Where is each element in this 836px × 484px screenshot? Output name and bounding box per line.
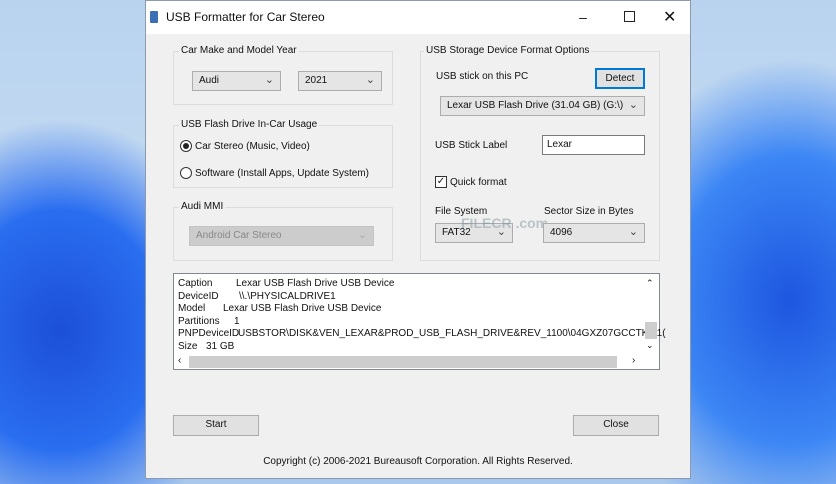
scroll-left-icon[interactable]: ‹ [178,355,181,366]
mmi-group: Audi MMI Android Car Stereo ⌄ [173,201,393,261]
chevron-down-icon: ⌄ [264,74,274,86]
sector-size-caption: Sector Size in Bytes [544,206,634,217]
vertical-scrollbar-thumb[interactable] [645,322,657,339]
car-make-value: Audi [199,75,220,86]
app-icon [150,11,158,23]
detect-button[interactable]: Detect [595,68,645,89]
year-value: 2021 [305,75,328,86]
radio-software-label: Software (Install Apps, Update System) [195,168,369,179]
car-make-group: Car Make and Model Year Audi ⌄ 2021 ⌄ [173,45,393,105]
scroll-down-icon[interactable]: ⌄ [646,340,654,351]
minimize-button[interactable]: – [568,9,598,25]
info-key: DeviceID [178,290,219,302]
chevron-down-icon: ⌄ [365,74,375,86]
mmi-group-label: Audi MMI [179,201,226,212]
usb-options-group: USB Storage Device Format Options USB st… [420,45,660,261]
usb-label-input[interactable]: Lexar [542,135,645,155]
car-make-select[interactable]: Audi ⌄ [192,71,281,91]
horizontal-scrollbar-thumb[interactable] [189,356,617,368]
scroll-right-icon[interactable]: › [632,355,635,366]
scroll-up-icon[interactable]: ⌃ [646,278,654,289]
title-bar: USB Formatter for Car Stereo – ✕ [146,1,690,34]
checkbox-checked-icon: ✓ [435,176,447,188]
close-window-button[interactable]: ✕ [663,7,676,27]
info-value: Lexar USB Flash Drive USB Device [236,278,395,289]
chevron-down-icon: ⌄ [357,229,367,241]
year-select[interactable]: 2021 ⌄ [298,71,382,91]
car-make-group-label: Car Make and Model Year [179,45,299,56]
info-key: Model [178,303,206,314]
info-value: Lexar USB Flash Drive USB Device [223,303,382,314]
quick-format-label: Quick format [450,177,507,188]
usb-stick-caption: USB stick on this PC [436,71,529,82]
usage-group-label: USB Flash Drive In-Car Usage [179,119,320,130]
info-value: 1 [234,315,240,327]
usb-options-group-label: USB Storage Device Format Options [424,45,592,56]
radio-icon [180,167,192,179]
info-value: 31 GB [206,340,235,352]
usb-device-select[interactable]: Lexar USB Flash Drive (31.04 GB) (G:\) ⌄ [440,96,645,116]
radio-car-stereo-label: Car Stereo (Music, Video) [195,141,310,152]
app-window: USB Formatter for Car Stereo – ✕ Car Mak… [145,0,691,479]
copyright-text: Copyright (c) 2006-2021 Bureausoft Corpo… [263,456,573,467]
window-title: USB Formatter for Car Stereo [166,10,325,24]
radio-icon [180,140,192,152]
watermark: FILECR .com [461,215,549,231]
info-key: Size [178,340,198,352]
maximize-button[interactable] [624,11,635,22]
chevron-down-icon: ⌄ [628,226,638,238]
chevron-down-icon: ⌄ [628,99,638,111]
usb-label-caption: USB Stick Label [435,140,508,151]
start-button[interactable]: Start [173,415,259,436]
usage-group: USB Flash Drive In-Car Usage Car Stereo … [173,119,393,188]
close-button[interactable]: Close [573,415,659,436]
device-info-list[interactable]: Caption Lexar USB Flash Drive USB Device D… [173,273,666,370]
sector-size-value: 4096 [550,227,573,238]
info-value: USBSTOR\DISK&VEN_LEXAR&PROD_USB_FLASH_DR… [238,328,666,339]
info-key: Caption [178,278,213,289]
info-key: Partitions [178,315,220,327]
sector-size-select[interactable]: 4096 ⌄ [543,223,645,243]
info-key: PNPDeviceID [178,328,240,339]
usb-device-value: Lexar USB Flash Drive (31.04 GB) (G:\) [447,100,624,111]
mmi-select: Android Car Stereo ⌄ [189,226,374,246]
mmi-value: Android Car Stereo [196,230,282,241]
info-value: \\.\PHYSICALDRIVE1 [239,290,336,302]
